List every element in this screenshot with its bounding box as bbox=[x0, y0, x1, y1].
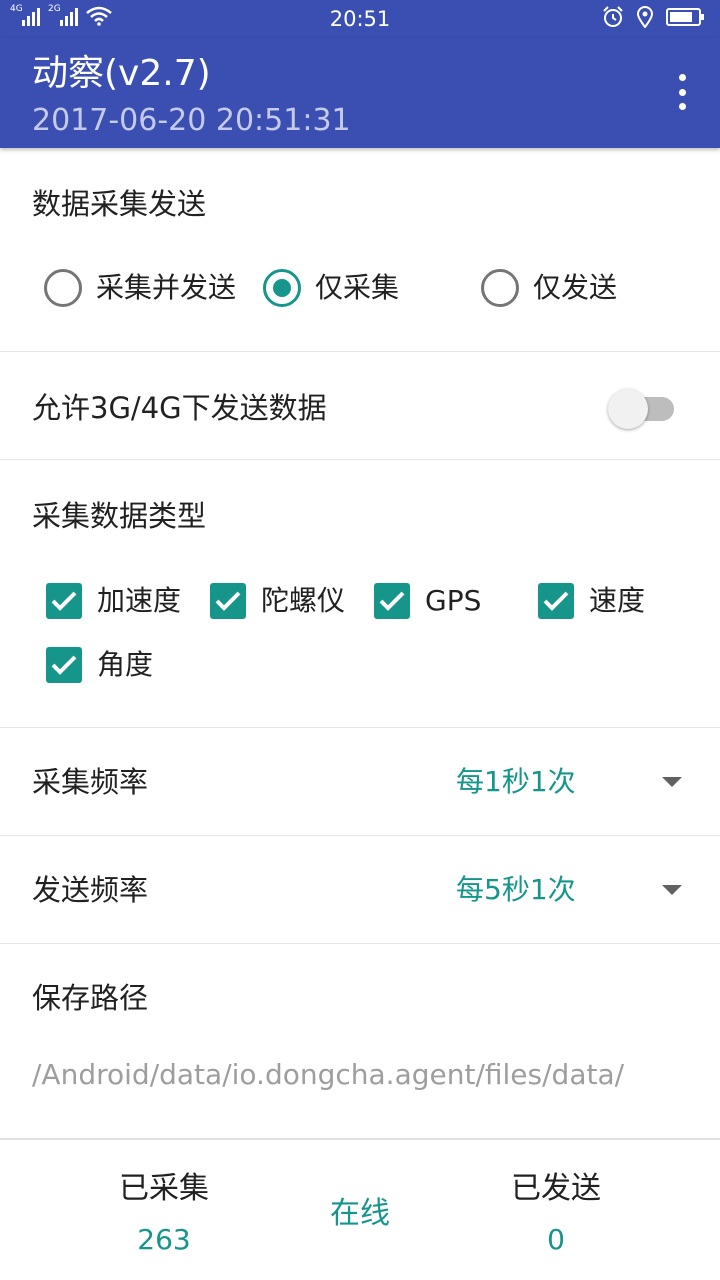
send-frequency-label: 发送频率 bbox=[32, 873, 149, 907]
checkbox-checked-icon bbox=[374, 583, 410, 619]
radio-button-icon bbox=[481, 269, 519, 307]
more-vert-icon bbox=[678, 74, 686, 81]
divider bbox=[0, 459, 720, 460]
checkbox-checked-icon bbox=[538, 583, 574, 619]
checkbox-checked-icon bbox=[46, 583, 82, 619]
checkbox-checked-icon bbox=[210, 583, 246, 619]
radio-send-only[interactable]: 仅发送 bbox=[481, 268, 617, 308]
app-bar: 动察(v2.7) 2017-06-20 20:51:31 bbox=[0, 38, 720, 148]
radio-collect-and-send[interactable]: 采集并发送 bbox=[44, 268, 236, 308]
checkbox-checked-icon bbox=[46, 647, 82, 683]
checkbox-gps[interactable]: GPS bbox=[374, 581, 481, 621]
sent-count: 0 bbox=[547, 1223, 565, 1256]
overflow-menu-button[interactable] bbox=[674, 74, 690, 110]
mobile-data-label: 允许3G/4G下发送数据 bbox=[32, 391, 327, 425]
radio-collect-only[interactable]: 仅采集 bbox=[263, 268, 399, 308]
save-path-label: 保存路径 bbox=[32, 981, 149, 1015]
collected-label: 已采集 bbox=[119, 1171, 209, 1206]
radio-button-checked-icon bbox=[263, 269, 301, 307]
app-subtitle: 2017-06-20 20:51:31 bbox=[32, 103, 351, 138]
divider bbox=[0, 351, 720, 352]
location-icon bbox=[636, 6, 654, 28]
save-path-value: /Android/data/io.dongcha.agent/files/dat… bbox=[32, 1058, 625, 1091]
checkbox-acceleration[interactable]: 加速度 bbox=[46, 581, 181, 621]
checkbox-angle[interactable]: 角度 bbox=[46, 645, 153, 685]
divider bbox=[0, 943, 720, 944]
battery-icon bbox=[666, 8, 704, 26]
send-frequency-dropdown[interactable]: 每5秒1次 bbox=[456, 872, 576, 908]
data-types-label: 采集数据类型 bbox=[32, 499, 207, 533]
collect-frequency-label: 采集频率 bbox=[32, 765, 149, 799]
collected-count: 263 bbox=[137, 1223, 191, 1256]
divider bbox=[0, 835, 720, 836]
alarm-icon bbox=[603, 6, 623, 27]
collect-frequency-dropdown[interactable]: 每1秒1次 bbox=[456, 764, 576, 800]
footer-stats: 已采集 263 在线 已发送 0 bbox=[0, 1138, 720, 1280]
status-bar: 4G 2G 20:51 bbox=[0, 0, 720, 38]
checkbox-gyroscope[interactable]: 陀螺仪 bbox=[210, 581, 345, 621]
connection-status: 在线 bbox=[330, 1196, 390, 1231]
collect-send-label: 数据采集发送 bbox=[32, 187, 207, 221]
mobile-data-toggle[interactable] bbox=[608, 389, 678, 429]
checkbox-speed[interactable]: 速度 bbox=[538, 581, 645, 621]
dropdown-arrow-icon[interactable] bbox=[662, 885, 682, 895]
dropdown-arrow-icon[interactable] bbox=[662, 777, 682, 787]
app-title: 动察(v2.7) bbox=[32, 53, 211, 94]
radio-button-icon bbox=[44, 269, 82, 307]
sent-label: 已发送 bbox=[511, 1171, 601, 1206]
divider bbox=[0, 727, 720, 728]
